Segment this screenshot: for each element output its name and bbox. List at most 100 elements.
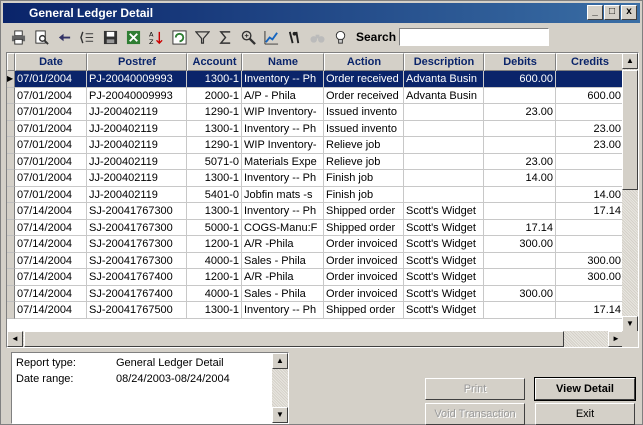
cell-action[interactable]: Finish job <box>324 186 404 203</box>
cell-credits[interactable] <box>556 236 624 253</box>
cell-credits[interactable]: 14.00 <box>556 186 624 203</box>
cell-postref[interactable]: JJ-200402119 <box>87 104 187 121</box>
cell-action[interactable]: Shipped order <box>324 302 404 319</box>
cell-date[interactable]: 07/01/2004 <box>15 87 87 104</box>
cell-postref[interactable]: JJ-200402119 <box>87 137 187 154</box>
cell-account[interactable]: 1290-1 <box>187 137 242 154</box>
cell-action[interactable]: Issued invento <box>324 104 404 121</box>
row-indicator[interactable] <box>7 285 15 302</box>
cell-name[interactable]: COGS-Manu:F <box>242 219 324 236</box>
cell-account[interactable]: 5401-0 <box>187 186 242 203</box>
row-indicator[interactable] <box>7 104 15 121</box>
cell-debits[interactable] <box>484 252 556 269</box>
cell-date[interactable]: 07/01/2004 <box>15 137 87 154</box>
cell-credits[interactable]: 23.00 <box>556 120 624 137</box>
cell-description[interactable]: Scott's Widget <box>404 302 484 319</box>
cell-description[interactable]: Scott's Widget <box>404 219 484 236</box>
cell-name[interactable]: Materials Expe <box>242 153 324 170</box>
cell-action[interactable]: Issued invento <box>324 120 404 137</box>
cell-account[interactable]: 5000-1 <box>187 219 242 236</box>
maximize-button[interactable]: □ <box>604 5 620 20</box>
cell-postref[interactable]: JJ-200402119 <box>87 170 187 187</box>
column-header-date[interactable]: Date <box>15 53 87 71</box>
cell-description[interactable] <box>404 186 484 203</box>
binoculars-icon[interactable] <box>308 28 327 46</box>
cell-account[interactable]: 1300-1 <box>187 203 242 220</box>
cell-name[interactable]: WIP Inventory- <box>242 137 324 154</box>
table-row[interactable]: 07/14/2004 SJ-20041767300 5000-1 COGS-Manu:… <box>7 219 624 236</box>
cell-name[interactable]: Sales - Phila <box>242 252 324 269</box>
cell-date[interactable]: 07/14/2004 <box>15 285 87 302</box>
row-indicator[interactable] <box>7 87 15 104</box>
cell-account[interactable]: 1290-1 <box>187 104 242 121</box>
cell-date[interactable]: 07/14/2004 <box>15 269 87 286</box>
cell-credits[interactable] <box>556 71 624 88</box>
cell-name[interactable]: A/R -Phila <box>242 269 324 286</box>
save-icon[interactable] <box>101 28 120 46</box>
cell-account[interactable]: 1200-1 <box>187 269 242 286</box>
cell-postref[interactable]: SJ-20041767400 <box>87 285 187 302</box>
cell-postref[interactable]: SJ-20041767300 <box>87 219 187 236</box>
cell-name[interactable]: Inventory -- Ph <box>242 120 324 137</box>
cell-action[interactable]: Relieve job <box>324 153 404 170</box>
cell-action[interactable]: Relieve job <box>324 137 404 154</box>
cell-postref[interactable]: SJ-20041767400 <box>87 269 187 286</box>
row-indicator[interactable] <box>7 120 15 137</box>
cell-debits[interactable] <box>484 87 556 104</box>
cell-credits[interactable]: 17.14 <box>556 302 624 319</box>
cell-name[interactable]: Inventory -- Ph <box>242 71 324 88</box>
cell-description[interactable]: Scott's Widget <box>404 269 484 286</box>
info-scroll-down-arrow-icon[interactable]: ▼ <box>272 407 288 423</box>
cell-date[interactable]: 07/14/2004 <box>15 203 87 220</box>
cell-postref[interactable]: JJ-200402119 <box>87 120 187 137</box>
cell-debits[interactable] <box>484 186 556 203</box>
cell-name[interactable]: Inventory -- Ph <box>242 203 324 220</box>
cell-postref[interactable]: SJ-20041767300 <box>87 252 187 269</box>
cell-debits[interactable]: 300.00 <box>484 285 556 302</box>
table-row[interactable]: 07/14/2004 SJ-20041767300 1200-1 A/R -Phila… <box>7 236 624 253</box>
row-indicator[interactable] <box>7 302 15 319</box>
cell-postref[interactable]: SJ-20041767300 <box>87 236 187 253</box>
cell-description[interactable]: Scott's Widget <box>404 236 484 253</box>
cell-postref[interactable]: JJ-200402119 <box>87 186 187 203</box>
cell-description[interactable]: Scott's Widget <box>404 252 484 269</box>
row-indicator[interactable] <box>7 170 15 187</box>
cell-action[interactable]: Order invoiced <box>324 252 404 269</box>
column-header-credits[interactable]: Credits <box>556 53 624 71</box>
minimize-button[interactable]: _ <box>587 5 603 20</box>
row-indicator[interactable] <box>7 137 15 154</box>
table-row[interactable]: 07/01/2004 JJ-200402119 1290-1 WIP Inventor… <box>7 104 624 121</box>
find-icon[interactable] <box>285 28 304 46</box>
cell-debits[interactable] <box>484 203 556 220</box>
cell-description[interactable] <box>404 170 484 187</box>
grid-vertical-scrollbar[interactable]: ▲ ▼ <box>622 53 638 332</box>
cell-debits[interactable]: 23.00 <box>484 104 556 121</box>
sum-icon[interactable] <box>216 28 235 46</box>
refresh-icon[interactable] <box>170 28 189 46</box>
table-row[interactable]: 07/01/2004 PJ-20040009993 2000-1 A/P - Phil… <box>7 87 624 104</box>
cell-credits[interactable]: 17.14 <box>556 203 624 220</box>
cell-date[interactable]: 07/01/2004 <box>15 170 87 187</box>
cell-description[interactable] <box>404 137 484 154</box>
cell-debits[interactable] <box>484 302 556 319</box>
cell-postref[interactable]: JJ-200402119 <box>87 153 187 170</box>
zoom-icon[interactable] <box>239 28 258 46</box>
print-icon[interactable] <box>9 28 28 46</box>
scroll-up-arrow-icon[interactable]: ▲ <box>622 53 638 69</box>
scroll-left-arrow-icon[interactable]: ◄ <box>7 331 23 347</box>
table-row[interactable]: 07/14/2004 SJ-20041767500 1300-1 Inventory … <box>7 302 624 319</box>
columns-icon[interactable] <box>78 28 97 46</box>
cell-postref[interactable]: SJ-20041767500 <box>87 302 187 319</box>
chart-icon[interactable] <box>262 28 281 46</box>
cell-description[interactable] <box>404 120 484 137</box>
cell-debits[interactable] <box>484 137 556 154</box>
horizontal-scroll-thumb[interactable] <box>24 331 564 347</box>
cell-date[interactable]: 07/01/2004 <box>15 186 87 203</box>
row-indicator[interactable] <box>7 219 15 236</box>
column-header-account[interactable]: Account <box>187 53 242 71</box>
cell-action[interactable]: Shipped order <box>324 219 404 236</box>
current-row-pointer-icon[interactable]: ▶ <box>7 71 15 88</box>
row-indicator[interactable] <box>7 269 15 286</box>
cell-account[interactable]: 4000-1 <box>187 285 242 302</box>
cell-name[interactable]: Inventory -- Ph <box>242 302 324 319</box>
